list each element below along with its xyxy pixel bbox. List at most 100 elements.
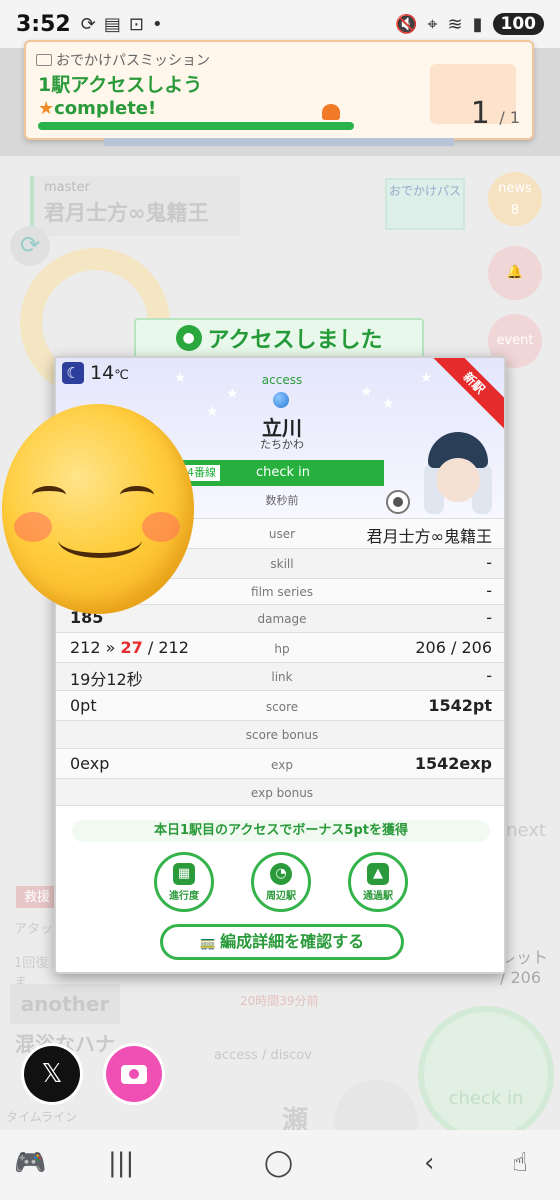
star-icon: ★	[38, 98, 55, 119]
timeline-label: タイムライン	[6, 1110, 78, 1124]
score-bonus-label: score bonus	[245, 728, 319, 742]
row-hp: 212 » 27 / 212 hp 206 / 206	[56, 632, 504, 662]
passed-stations-button[interactable]: ▲ 通過駅	[348, 852, 408, 912]
mission-count-total: / 1	[499, 108, 520, 127]
next-button[interactable]: next	[506, 820, 546, 841]
time-ago-label: 20時間39分前	[240, 994, 319, 1008]
progress-label: 進行度	[169, 891, 199, 902]
emoji-cheek	[142, 512, 180, 542]
back-icon[interactable]: ‹	[424, 1148, 434, 1178]
star-icon: ★	[226, 386, 239, 402]
event-label: event	[496, 333, 534, 348]
sync-icon: ⟳	[80, 13, 96, 35]
camera-share-button[interactable]	[106, 1046, 162, 1102]
mission-title-text: おでかけパスミッション	[56, 53, 210, 69]
mission-count: 1 / 1	[471, 96, 520, 131]
refresh-icon[interactable]: ⟳	[10, 226, 50, 266]
train-icon: 🚃	[199, 936, 217, 951]
row-score: 0pt score 1542pt	[56, 690, 504, 720]
banner-edge	[104, 138, 454, 146]
news-count: 8	[510, 203, 520, 218]
link-value: -	[486, 666, 492, 685]
ticket-icon	[36, 54, 52, 66]
attack-label: アタッ 1回復ま	[14, 918, 54, 990]
odekake-pass-label: おでかけパス	[388, 184, 461, 198]
accessed-header: ● アクセスしました	[134, 318, 424, 358]
mascot-icon	[322, 104, 340, 120]
complete-text: complete!	[54, 98, 157, 119]
mission-title: おでかけパスミッション	[36, 50, 210, 70]
formation-label: 編成詳細を確認する	[220, 932, 365, 951]
access-label: access	[261, 373, 303, 387]
row-score-bonus: score bonus	[56, 720, 504, 748]
emoji-eye	[32, 486, 66, 504]
progress-button[interactable]: ▦ 進行度	[154, 852, 214, 912]
clock: 3:52	[16, 11, 71, 37]
film-value: -	[486, 581, 492, 600]
home-icon[interactable]: ◯	[264, 1148, 293, 1178]
news-button[interactable]: news 8	[488, 172, 542, 226]
game-logo: another 混浴なハナ	[10, 984, 120, 1056]
pallet-value: / 206	[499, 968, 541, 987]
emoji-eye	[120, 486, 154, 504]
formation-details-button[interactable]: 🚃 編成詳細を確認する	[160, 924, 404, 960]
briefcase-icon[interactable]	[334, 1080, 418, 1130]
hp-value: 206 / 206	[415, 638, 492, 657]
user-value: 君月士方∞鬼籍王	[366, 527, 492, 546]
wifi-icon: ≋	[447, 13, 463, 35]
pallet-label: レット/ 206	[500, 944, 548, 987]
gamepad-icon[interactable]: 🎮	[14, 1148, 46, 1178]
mission-name: 1駅アクセスしよう	[38, 74, 203, 96]
bell-icon[interactable]: 🔔	[488, 246, 542, 300]
touch-icon[interactable]: ☝	[512, 1148, 528, 1178]
master-label: master	[44, 180, 90, 195]
row-link: 19分12秒 link -	[56, 662, 504, 690]
master-name: 君月士方∞鬼籍王	[44, 201, 209, 225]
row-exp-bonus: exp bonus	[56, 778, 504, 806]
master-panel: master 君月士方∞鬼籍王	[30, 176, 240, 236]
station-marker-icon	[273, 392, 289, 408]
attack-text: アタッ	[14, 922, 54, 937]
avatar-face	[436, 458, 480, 502]
nearby-stations-button[interactable]: ◔ 周辺駅	[251, 852, 311, 912]
camera-lens	[129, 1069, 139, 1079]
emoji-mouth	[58, 522, 142, 558]
score-value: 1542pt	[428, 696, 492, 715]
star-icon: ★	[382, 396, 395, 412]
access-discover-label: access / discov	[214, 1048, 312, 1063]
nearby-label: 周辺駅	[266, 891, 296, 902]
station-partial-label: 瀬	[282, 1106, 309, 1130]
accessed-title: アクセスしました	[207, 328, 383, 353]
emoji-cheek	[14, 512, 52, 542]
pallet-name: レット	[499, 948, 548, 967]
smiling-emoji-sticker	[2, 404, 194, 614]
damage-value: -	[486, 608, 492, 627]
mascot-icon: ●	[175, 325, 202, 351]
rescue-badge: 救援	[16, 886, 58, 908]
exp-value: 1542exp	[414, 754, 492, 773]
calendar-icon: ▤	[103, 13, 121, 35]
row-exp: 0exp exp 1542exp	[56, 748, 504, 778]
mission-complete: ★complete!	[38, 98, 156, 119]
rocket-icon: ▲	[367, 863, 389, 885]
recents-icon[interactable]: |||	[108, 1148, 134, 1178]
news-label: news	[498, 181, 532, 196]
mute-icon: 🔇	[394, 13, 418, 35]
character-avatar	[418, 430, 498, 516]
check-in-button[interactable]: check in	[418, 1006, 554, 1130]
battery-indicator: 100	[492, 13, 544, 35]
signal-icon: ▮	[472, 13, 483, 35]
damage-label: damage	[257, 612, 307, 626]
bonus-message: 本日1駅目のアクセスでボーナス5ptを獲得	[72, 820, 490, 842]
passed-label: 通過駅	[363, 891, 393, 902]
mission-notification[interactable]: おでかけパスミッション 1駅アクセスしよう ★complete! 1 / 1	[24, 40, 534, 140]
skill-value: -	[486, 553, 492, 572]
train-icon: ▦	[173, 863, 195, 885]
mission-count-value: 1	[470, 96, 490, 131]
location-icon: ⌖	[427, 13, 438, 35]
dot-icon: •	[151, 13, 163, 35]
odekake-pass-card[interactable]: おでかけパス	[385, 178, 465, 230]
system-nav-bar: 🎮 ||| ◯ ‹ ☝	[0, 1130, 560, 1200]
camera-icon[interactable]	[386, 490, 410, 514]
x-share-button[interactable]: 𝕏	[24, 1046, 80, 1102]
